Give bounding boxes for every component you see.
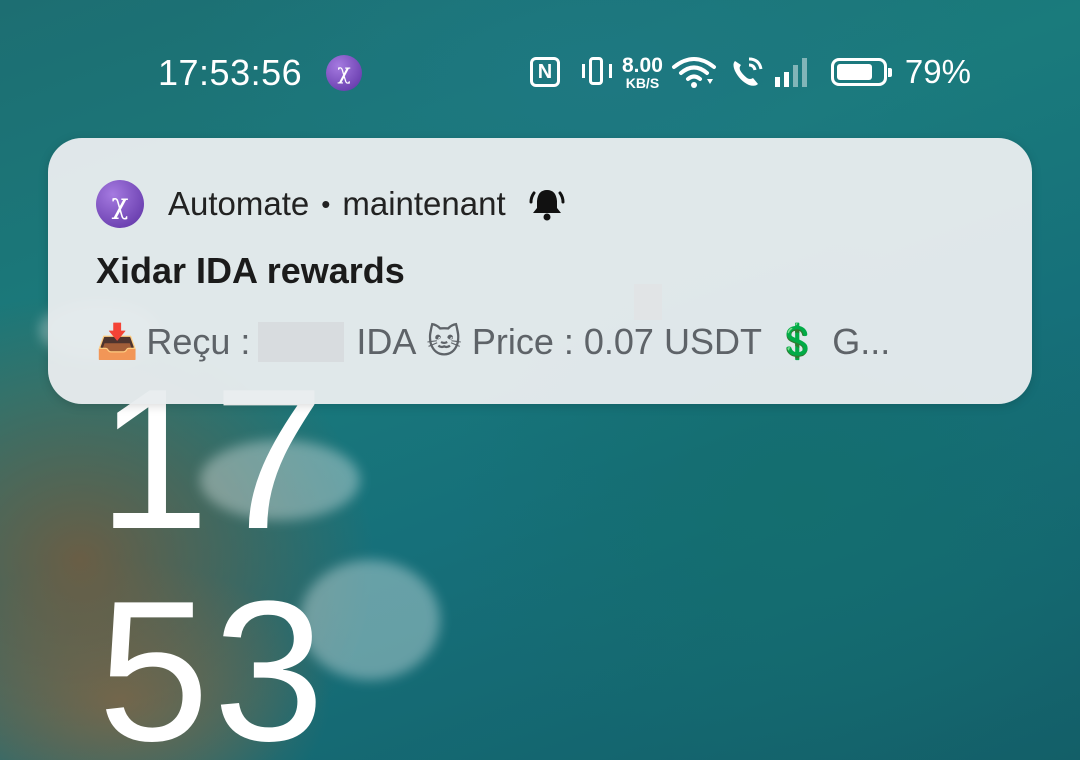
- app-name: Automate: [168, 185, 310, 222]
- cat-face-icon: 🐱: [426, 322, 462, 362]
- nfc-icon: N: [530, 57, 560, 87]
- network-speed-value: 8.00: [622, 53, 663, 77]
- nfc-label: N: [537, 60, 553, 83]
- price-label: Price : 0.07 USDT: [471, 321, 762, 362]
- network-speed-unit: KB/S: [625, 74, 660, 91]
- app-icon: χ: [96, 180, 144, 228]
- ida-label: IDA: [356, 321, 417, 362]
- bell-icon: [529, 190, 565, 221]
- status-bar: 17:53:56 χ N 8.00 KB/S 79%: [0, 0, 1080, 145]
- notification-body: 📥 Reçu : IDA 🐱 Price : 0.07 USDT 💲 G...: [96, 321, 890, 363]
- redacted-amount: [258, 322, 345, 362]
- vibrate-icon: [580, 55, 614, 89]
- dollar-icon: 💲: [775, 322, 819, 362]
- notification-time: maintenant: [342, 185, 506, 222]
- automate-icon: χ: [326, 55, 362, 91]
- truncated-text: G...: [832, 321, 891, 362]
- signal-icon: [774, 57, 807, 87]
- redacted-block: [634, 284, 662, 320]
- lockscreen-minute: 53: [98, 560, 329, 783]
- app-icon-glyph: χ: [111, 187, 129, 220]
- received-label: Reçu :: [146, 321, 251, 362]
- automate-glyph: χ: [337, 60, 351, 85]
- battery-percent: 79%: [904, 53, 971, 90]
- wifi-icon: [671, 57, 716, 88]
- network-speed: 8.00 KB/S: [622, 55, 663, 90]
- notification-title: Xidar IDA rewards: [96, 250, 405, 291]
- system-icons: N 8.00 KB/S 79%: [530, 52, 971, 92]
- status-clock: 17:53:56: [158, 52, 303, 93]
- inbox-tray-icon: 📥: [96, 322, 139, 362]
- battery-icon: [830, 58, 892, 86]
- notification-header: χ Automate • maintenant: [96, 180, 566, 228]
- notification-card[interactable]: χ Automate • maintenant Xidar IDA reward…: [48, 138, 1032, 404]
- header-separator: •: [321, 188, 331, 219]
- wifi-call-icon: [733, 57, 763, 86]
